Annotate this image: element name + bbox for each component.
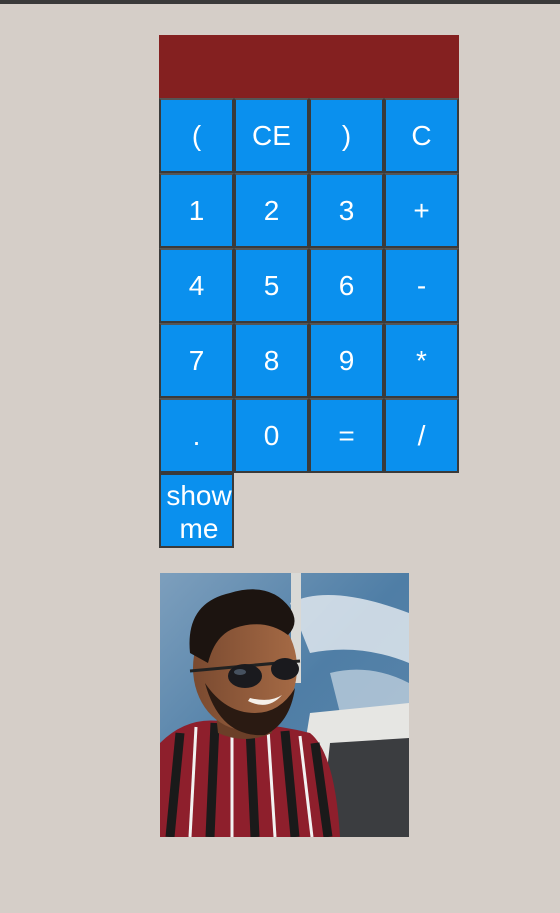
keypad: ( CE ) C 1 2 3 + 4 5 6 - 7 8 9 * . 0 = /: [159, 98, 459, 473]
browser-top-bar: [0, 0, 560, 4]
key-open-paren[interactable]: (: [159, 98, 234, 173]
show-me-button[interactable]: show me: [159, 473, 234, 548]
calculator: ( CE ) C 1 2 3 + 4 5 6 - 7 8 9 * . 0 = /: [159, 35, 459, 473]
key-7[interactable]: 7: [159, 323, 234, 398]
key-6[interactable]: 6: [309, 248, 384, 323]
key-8[interactable]: 8: [234, 323, 309, 398]
key-clear-entry[interactable]: CE: [234, 98, 309, 173]
key-equals[interactable]: =: [309, 398, 384, 473]
show-me-label: show me: [166, 479, 232, 544]
calculator-display: [159, 35, 459, 98]
key-divide[interactable]: /: [384, 398, 459, 473]
key-3[interactable]: 3: [309, 173, 384, 248]
profile-photo: [160, 573, 409, 837]
key-clear[interactable]: C: [384, 98, 459, 173]
key-minus[interactable]: -: [384, 248, 459, 323]
key-1[interactable]: 1: [159, 173, 234, 248]
key-0[interactable]: 0: [234, 398, 309, 473]
key-plus[interactable]: +: [384, 173, 459, 248]
key-5[interactable]: 5: [234, 248, 309, 323]
key-close-paren[interactable]: ): [309, 98, 384, 173]
key-4[interactable]: 4: [159, 248, 234, 323]
key-decimal[interactable]: .: [159, 398, 234, 473]
key-multiply[interactable]: *: [384, 323, 459, 398]
photo-image: [160, 573, 409, 837]
key-9[interactable]: 9: [309, 323, 384, 398]
key-2[interactable]: 2: [234, 173, 309, 248]
